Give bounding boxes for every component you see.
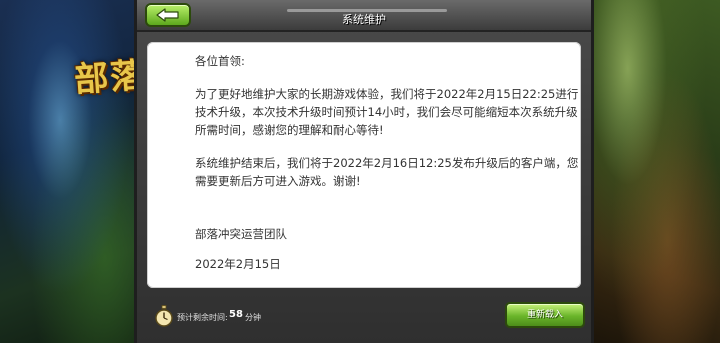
notice-content: 各位首领: 为了更好地维护大家的长期游戏体验，我们将于2022年2月15日22:…	[195, 52, 579, 273]
stopwatch-icon	[155, 305, 173, 327]
background-art-right	[588, 0, 720, 343]
back-button[interactable]	[145, 3, 191, 27]
notice-paragraph-1: 为了更好地维护大家的长期游戏体验，我们将于2022年2月15日22:25进行技术…	[195, 87, 579, 137]
dialog-title: 系统维护	[342, 13, 386, 26]
notice-paragraph-2: 系统维护结束后，我们将于2022年2月16日12:25发布升级后的客户端，您需要…	[195, 156, 579, 188]
dialog-footer: 预计剩余时间: 58 分钟 重新载入	[137, 294, 591, 343]
notice-greeting: 各位首领:	[195, 54, 245, 68]
dialog-title-bar: 系统维护	[137, 0, 591, 32]
countdown-value: 58	[229, 309, 243, 320]
notice-signature: 部落冲突运营团队	[195, 227, 287, 241]
countdown-label: 预计剩余时间:	[177, 313, 228, 322]
notice-date: 2022年2月15日	[195, 257, 281, 271]
maintenance-dialog: 系统维护 各位首领: 为了更好地维护大家的长期游戏体验，我们将于2022年2月1…	[134, 0, 594, 343]
countdown-unit: 分钟	[245, 313, 261, 322]
notice-panel: 各位首领: 为了更好地维护大家的长期游戏体验，我们将于2022年2月15日22:…	[147, 42, 581, 288]
background-art-left: 部落	[0, 0, 150, 343]
reload-button[interactable]: 重新载入	[505, 302, 585, 328]
arrow-left-icon	[156, 8, 179, 22]
